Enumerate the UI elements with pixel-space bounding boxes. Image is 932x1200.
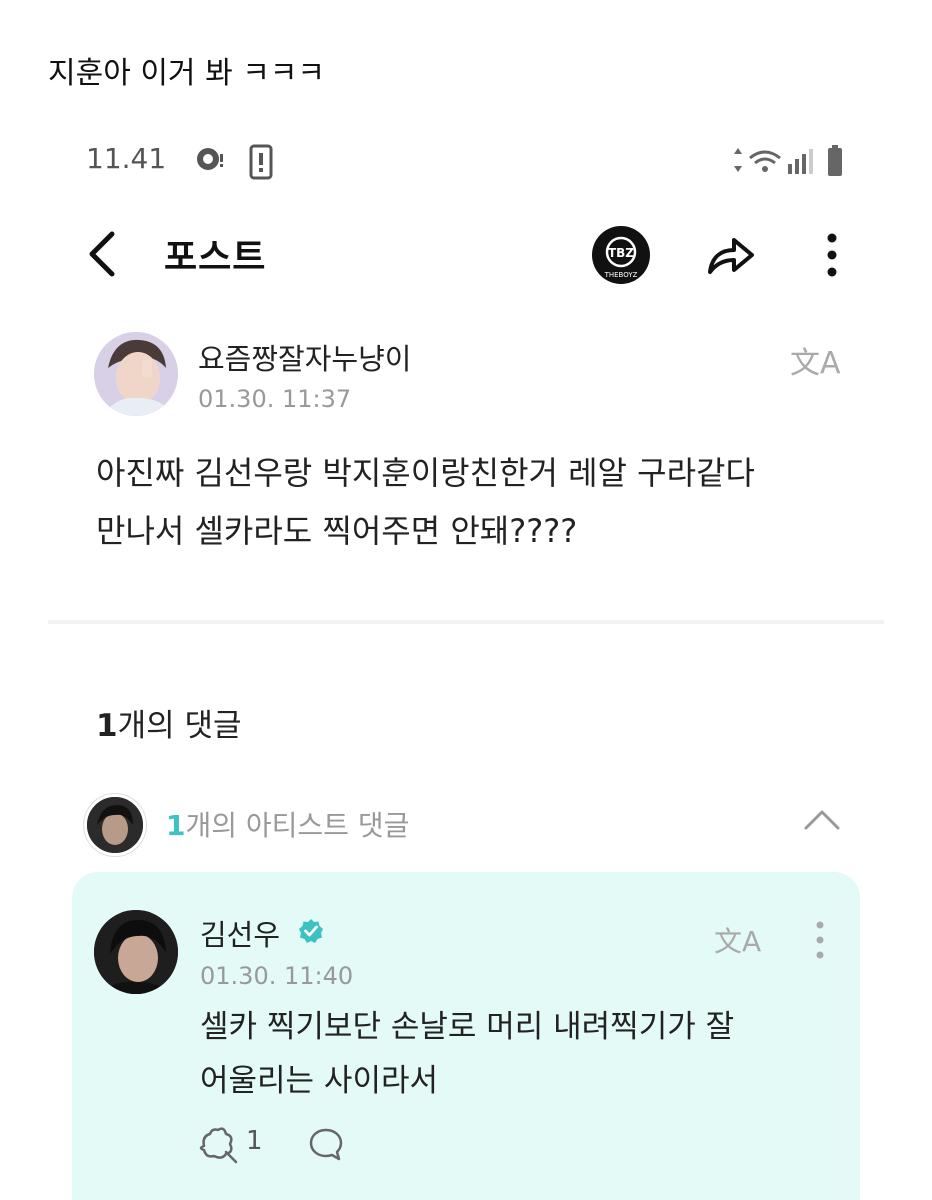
post-line-1: 아진짜 김선우랑 박지훈이랑친한거 레알 구라같다 [96,454,755,492]
artist-comments-toggle[interactable]: 1개의 아티스트 댓글 [84,792,864,856]
post-body: 아진짜 김선우랑 박지훈이랑친한거 레알 구라같다 만나서 셀카라도 찍어주면 … [96,444,856,560]
reply-comment-icon[interactable] [308,1126,344,1162]
comments-count-label: 개의 댓글 [117,708,242,744]
page-title: 포스트 [164,237,267,278]
post-author-name[interactable]: 요즘짱잘자누냥이 [198,336,411,378]
artist-comment-line-1: 셀카 찍기보단 손날로 머리 내려찍기가 잘 [200,1009,735,1045]
status-time: 11.41 [86,142,167,175]
divider [48,620,884,624]
artist-comment-author[interactable]: 김선우 [200,912,280,954]
post-translate-button[interactable]: 文A [790,338,841,382]
logo-subtext: THEBOYZ [604,271,638,279]
author-avatar[interactable] [94,332,178,416]
comments-count-number: 1 [96,708,118,744]
verified-badge-icon [299,919,323,943]
artist-comments-label: 1개의 아티스트 댓글 [166,804,409,844]
caption-text: 지훈아 이거 봐 ㅋㅋㅋ [48,56,326,91]
theboyz-logo-button[interactable]: TBZ THEBOYZ [592,226,650,284]
logo-text: TBZ [608,246,634,260]
signal-battery-icons [734,145,842,176]
artist-avatar-small [84,794,146,856]
artist-comment-timestamp: 01.30. 11:40 [200,962,354,990]
artist-comments-number: 1 [166,809,186,842]
comments-count: 1개의 댓글 [96,700,242,745]
artist-avatar[interactable] [94,910,178,994]
post-timestamp: 01.30. 11:37 [198,385,352,413]
comment-translate-button[interactable]: 文A [714,920,761,960]
status-bar: 11.41 [86,142,852,182]
chat-bubble-icon [197,148,223,170]
artist-comment-body: 셀카 찍기보단 손날로 머리 내려찍기가 잘 어울리는 사이라서 [200,1000,820,1108]
back-arrow-icon[interactable] [80,228,124,280]
more-options-icon[interactable] [818,230,846,280]
artist-comment-line-2: 어울리는 사이라서 [200,1063,439,1099]
share-icon[interactable] [704,230,758,280]
comment-actions: 1 [196,1124,396,1164]
chevron-up-icon[interactable] [802,806,842,834]
artist-comment-card: 김선우 01.30. 11:40 文A 셀카 찍기보단 손날로 머리 내려찍기가… [72,872,860,1200]
post-line-2: 만나서 셀카라도 찍어주면 안돼???? [96,512,578,550]
artist-photo-small [87,797,143,853]
author-photo [94,332,178,416]
reaction-count: 1 [246,1126,263,1156]
comment-more-icon[interactable] [810,918,830,962]
phone-alert-icon [249,144,273,180]
artist-photo [94,910,178,994]
app-bar: 포스트 TBZ THEBOYZ [80,222,860,286]
artist-comments-text: 개의 아티스트 댓글 [185,809,410,842]
